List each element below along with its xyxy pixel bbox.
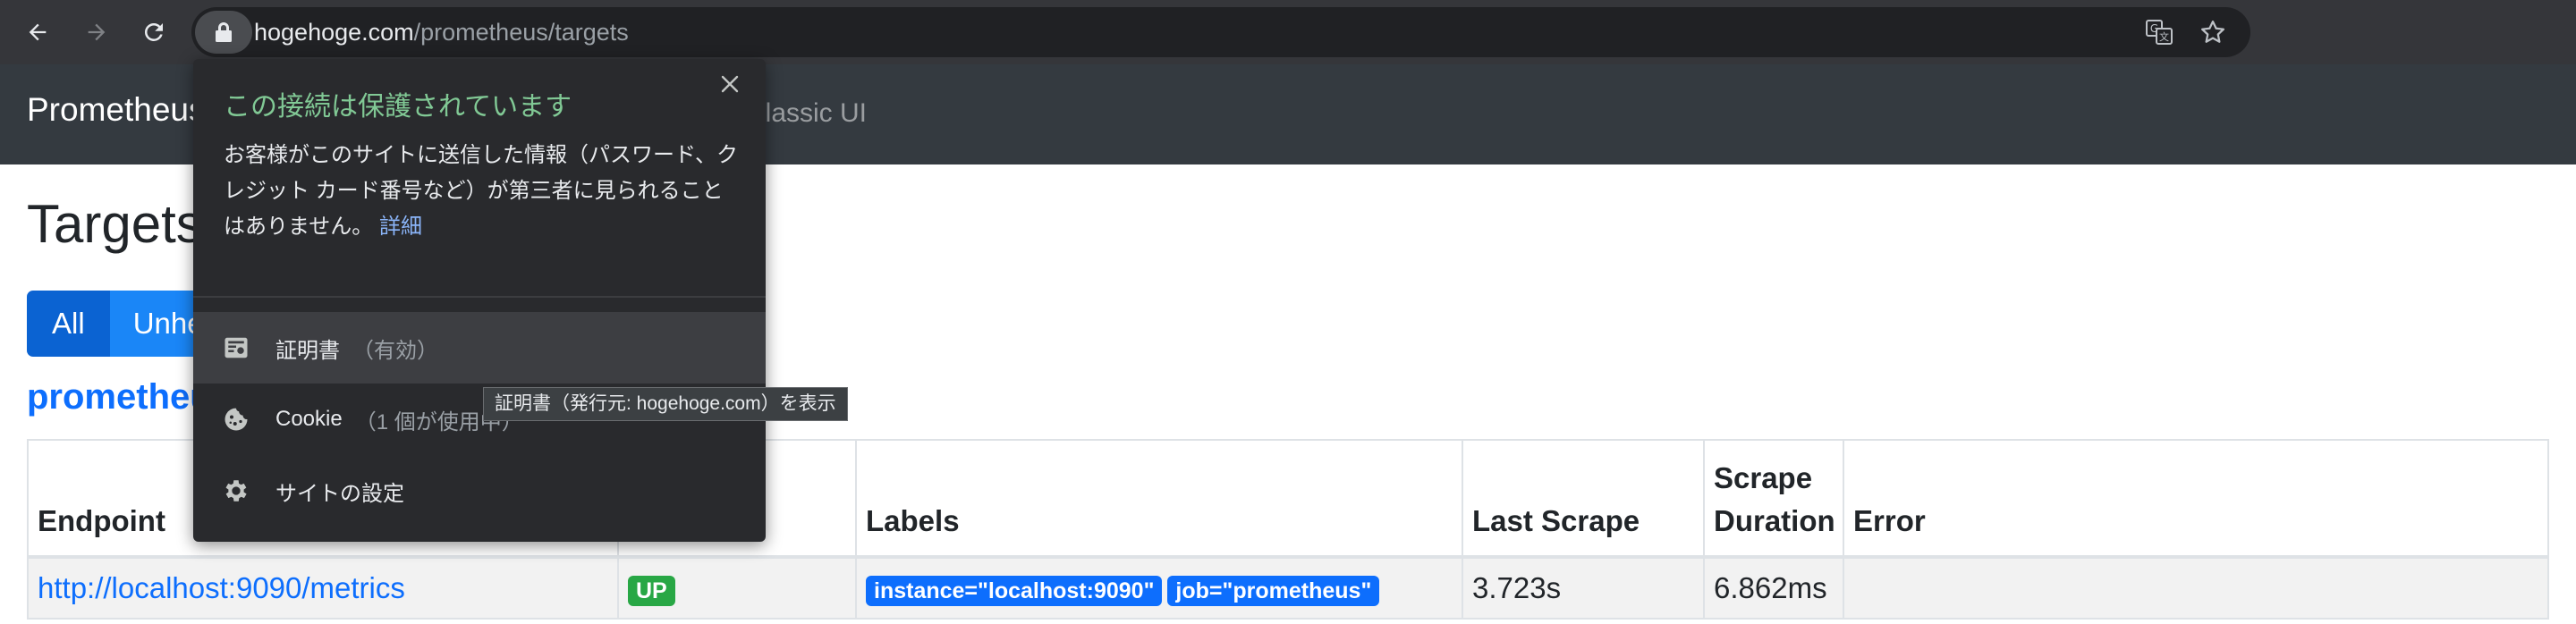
- reload-icon: [144, 22, 163, 41]
- certificate-item[interactable]: 証明書 （有効）: [193, 312, 766, 384]
- certificate-status: （有効）: [352, 338, 438, 363]
- connection-description-text: お客様がこのサイトに送信した情報（パスワード、クレジット カード番号など）が第三…: [224, 143, 739, 239]
- close-button[interactable]: [712, 66, 748, 102]
- forward-button[interactable]: [77, 13, 116, 52]
- reload-button[interactable]: [134, 13, 174, 52]
- details-link[interactable]: 詳細: [379, 215, 422, 239]
- cookie-label: Cookie: [275, 407, 343, 431]
- header-labels: Labels: [855, 439, 1463, 559]
- close-icon: [721, 75, 739, 93]
- last-scrape-cell: 3.723s: [1462, 556, 1705, 620]
- state-badge: UP: [628, 575, 675, 606]
- lock-icon: [216, 22, 232, 42]
- page-title: Targets: [27, 194, 203, 254]
- endpoint-link[interactable]: http://localhost:9090/metrics: [38, 571, 405, 604]
- connection-description: お客様がこのサイトに送信した情報（パスワード、クレジット カード番号など）が第三…: [224, 138, 742, 245]
- brand-link[interactable]: Prometheus: [27, 91, 206, 129]
- filter-all-button[interactable]: All: [27, 291, 110, 357]
- label-badge: instance="localhost:9090": [866, 575, 1163, 606]
- url-text[interactable]: hogehoge.com/prometheus/targets: [254, 17, 629, 47]
- site-settings-item[interactable]: サイトの設定: [193, 455, 766, 527]
- label-badge: job="prometheus": [1167, 575, 1380, 606]
- cookie-icon: [220, 403, 252, 435]
- bookmark-button[interactable]: [2195, 14, 2231, 50]
- forward-arrow-icon: [88, 23, 106, 41]
- url-host: hogehoge.com: [254, 19, 414, 46]
- url-path: /prometheus/targets: [413, 19, 629, 46]
- star-icon: [2201, 21, 2224, 43]
- scrape-duration-cell: 6.862ms: [1703, 556, 1844, 620]
- connection-secure-heading: この接続は保護されています: [224, 92, 572, 122]
- back-arrow-icon: [29, 23, 47, 41]
- state-cell: UP: [617, 556, 857, 620]
- site-info-button[interactable]: [195, 11, 252, 54]
- certificate-tooltip: 証明書（発行元: hogehoge.com）を表示: [483, 387, 848, 421]
- certificate-label: 証明書: [275, 338, 340, 363]
- table-row: http://localhost:9090/metrics UP instanc…: [27, 556, 2549, 620]
- back-button[interactable]: [18, 13, 57, 52]
- header-last-scrape: Last Scrape: [1462, 439, 1705, 559]
- gear-icon: [220, 475, 252, 507]
- endpoint-cell: http://localhost:9090/metrics: [27, 556, 619, 620]
- browser-toolbar: hogehoge.com/prometheus/targets G文: [0, 0, 2576, 64]
- site-info-popup: この接続は保護されています お客様がこのサイトに送信した情報（パスワード、クレジ…: [193, 59, 766, 542]
- translate-button[interactable]: G文: [2141, 14, 2177, 50]
- labels-cell: instance="localhost:9090" job="prometheus…: [855, 556, 1463, 620]
- address-bar[interactable]: hogehoge.com/prometheus/targets G文: [191, 7, 2250, 57]
- popup-divider: [193, 296, 766, 298]
- header-scrape-duration: Scrape Duration: [1703, 439, 1844, 559]
- svg-text:文: 文: [2159, 30, 2169, 43]
- certificate-icon: [220, 332, 252, 364]
- header-error: Error: [1843, 439, 2549, 559]
- site-settings-label: サイトの設定: [275, 481, 404, 506]
- translate-icon: G文: [2146, 20, 2173, 45]
- error-cell: [1843, 556, 2549, 620]
